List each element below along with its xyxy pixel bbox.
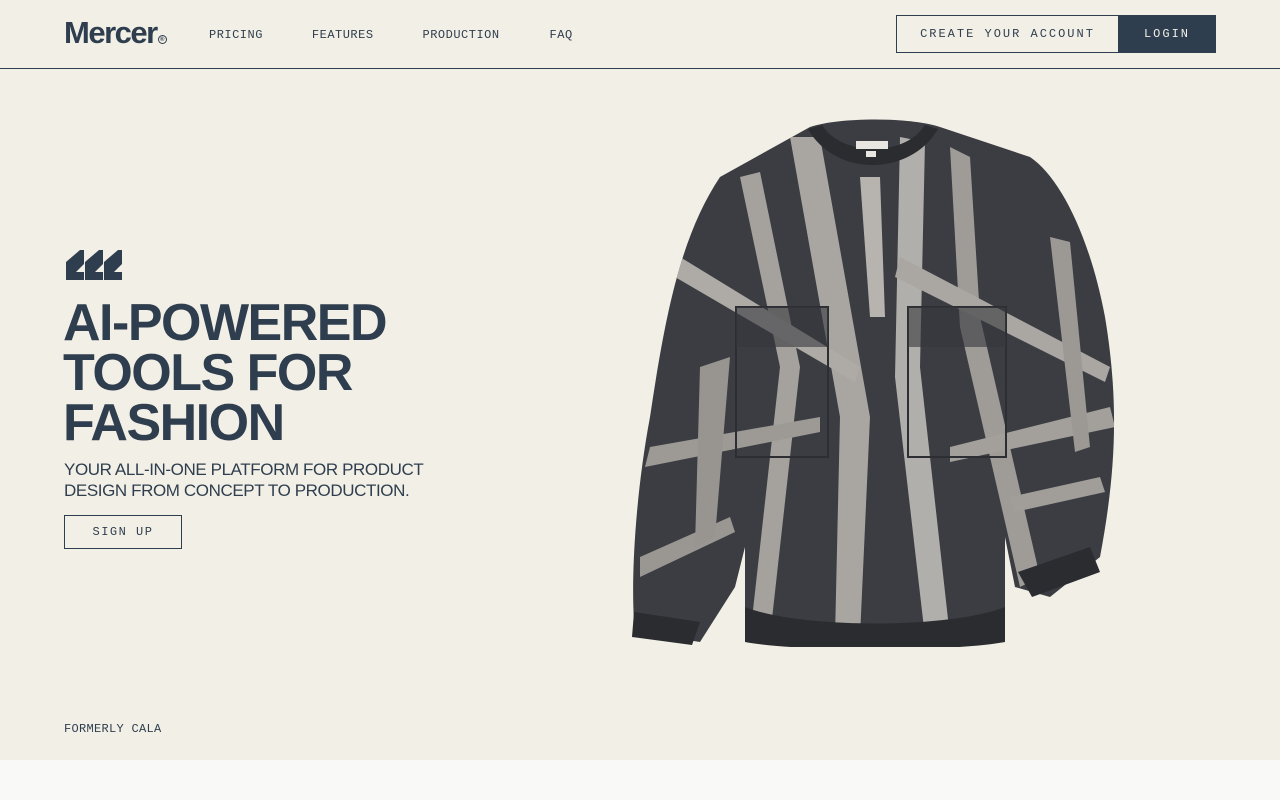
nav-faq[interactable]: FAQ xyxy=(550,27,573,43)
nav-features[interactable]: FEATURES xyxy=(312,27,374,43)
create-account-button[interactable]: CREATE YOUR ACCOUNT xyxy=(896,15,1119,53)
headline-line-2: TOOLS FOR xyxy=(63,344,353,402)
registered-mark-icon: ® xyxy=(157,35,167,44)
hero-subheading: YOUR ALL-IN-ONE PLATFORM FOR PRODUCT DES… xyxy=(64,460,424,500)
site-header: Mercer ® PRICING FEATURES PRODUCTION FAQ … xyxy=(0,0,1280,69)
hero-section: AI-POWERED TOOLS FOR FASHION YOUR ALL-IN… xyxy=(0,69,1280,760)
triple-slash-logo-icon xyxy=(66,250,122,280)
hero-headline: AI-POWERED TOOLS FOR FASHION xyxy=(63,294,483,452)
below-fold-section xyxy=(0,760,1280,800)
login-button[interactable]: LOGIN xyxy=(1118,15,1216,53)
mercer-logo[interactable]: Mercer ® xyxy=(64,16,167,50)
headline-line-3: FASHION xyxy=(63,394,285,452)
main-nav: PRICING FEATURES PRODUCTION FAQ xyxy=(209,27,573,43)
landing-page: Mercer ® PRICING FEATURES PRODUCTION FAQ … xyxy=(0,0,1280,800)
nav-production[interactable]: PRODUCTION xyxy=(423,27,500,43)
sign-up-button[interactable]: SIGN UP xyxy=(64,515,182,549)
nav-pricing[interactable]: PRICING xyxy=(209,27,263,43)
headline-line-1: AI-POWERED xyxy=(63,294,388,352)
logo-text: Mercer xyxy=(64,15,158,50)
tie-dye-sweatshirt-image xyxy=(632,119,1115,647)
formerly-cala-text: FORMERLY CALA xyxy=(64,722,162,736)
